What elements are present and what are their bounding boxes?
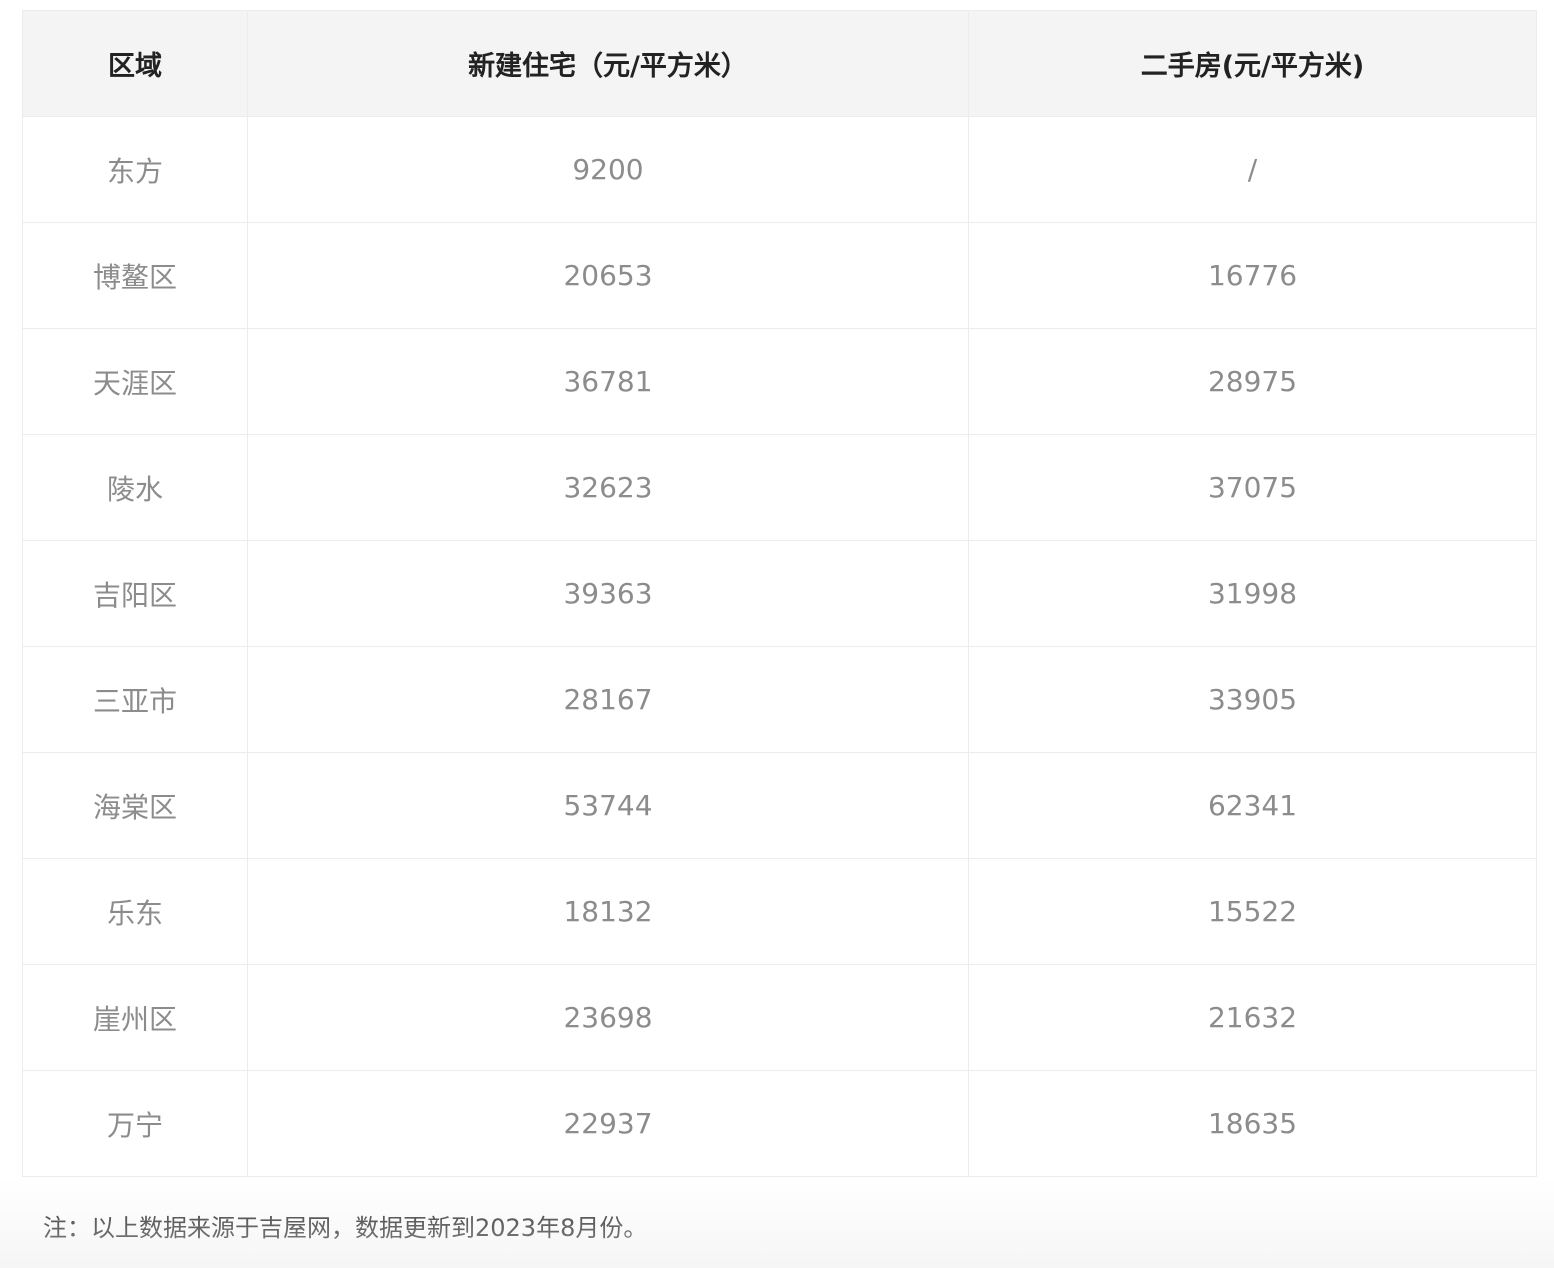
cell-new-price: 22937: [247, 1070, 969, 1177]
table-row: 天涯区 36781 28975: [22, 328, 1537, 435]
table-row: 陵水 32623 37075: [22, 434, 1537, 541]
cell-new-price: 36781: [247, 328, 969, 435]
source-note: 注：以上数据来源于吉屋网，数据更新到2023年8月份。: [43, 1214, 648, 1242]
header-region: 区域: [22, 10, 248, 117]
cell-region: 吉阳区: [22, 540, 248, 647]
cell-second-hand-price: 37075: [968, 434, 1537, 541]
cell-region: 三亚市: [22, 646, 248, 753]
header-second-hand-price: 二手房(元/平方米): [968, 10, 1537, 117]
cell-new-price: 18132: [247, 858, 969, 965]
cell-second-hand-price: 15522: [968, 858, 1537, 965]
table-row: 海棠区 53744 62341: [22, 752, 1537, 859]
table-row: 三亚市 28167 33905: [22, 646, 1537, 753]
cell-region: 博鳌区: [22, 222, 248, 329]
table-row: 崖州区 23698 21632: [22, 964, 1537, 1071]
cell-new-price: 23698: [247, 964, 969, 1071]
cell-second-hand-price: /: [968, 116, 1537, 223]
table-header-row: 区域 新建住宅（元/平方米） 二手房(元/平方米): [22, 10, 1537, 117]
table-row: 万宁 22937 18635: [22, 1070, 1537, 1177]
housing-price-table: 区域 新建住宅（元/平方米） 二手房(元/平方米) 东方 9200 / 博鳌区 …: [22, 10, 1537, 1177]
cell-new-price: 28167: [247, 646, 969, 753]
cell-second-hand-price: 33905: [968, 646, 1537, 753]
table-row: 博鳌区 20653 16776: [22, 222, 1537, 329]
cell-new-price: 32623: [247, 434, 969, 541]
cell-second-hand-price: 62341: [968, 752, 1537, 859]
cell-region: 万宁: [22, 1070, 248, 1177]
table-row: 东方 9200 /: [22, 116, 1537, 223]
table-row: 乐东 18132 15522: [22, 858, 1537, 965]
price-table-container: 区域 新建住宅（元/平方米） 二手房(元/平方米) 东方 9200 / 博鳌区 …: [22, 10, 1537, 1177]
cell-second-hand-price: 28975: [968, 328, 1537, 435]
cell-second-hand-price: 16776: [968, 222, 1537, 329]
cell-second-hand-price: 31998: [968, 540, 1537, 647]
cell-region: 海棠区: [22, 752, 248, 859]
cell-region: 乐东: [22, 858, 248, 965]
cell-region: 陵水: [22, 434, 248, 541]
cell-second-hand-price: 18635: [968, 1070, 1537, 1177]
cell-region: 东方: [22, 116, 248, 223]
cell-region: 天涯区: [22, 328, 248, 435]
cell-region: 崖州区: [22, 964, 248, 1071]
cell-second-hand-price: 21632: [968, 964, 1537, 1071]
cell-new-price: 20653: [247, 222, 969, 329]
table-row: 吉阳区 39363 31998: [22, 540, 1537, 647]
header-new-housing-price: 新建住宅（元/平方米）: [247, 10, 969, 117]
cell-new-price: 53744: [247, 752, 969, 859]
cell-new-price: 39363: [247, 540, 969, 647]
cell-new-price: 9200: [247, 116, 969, 223]
